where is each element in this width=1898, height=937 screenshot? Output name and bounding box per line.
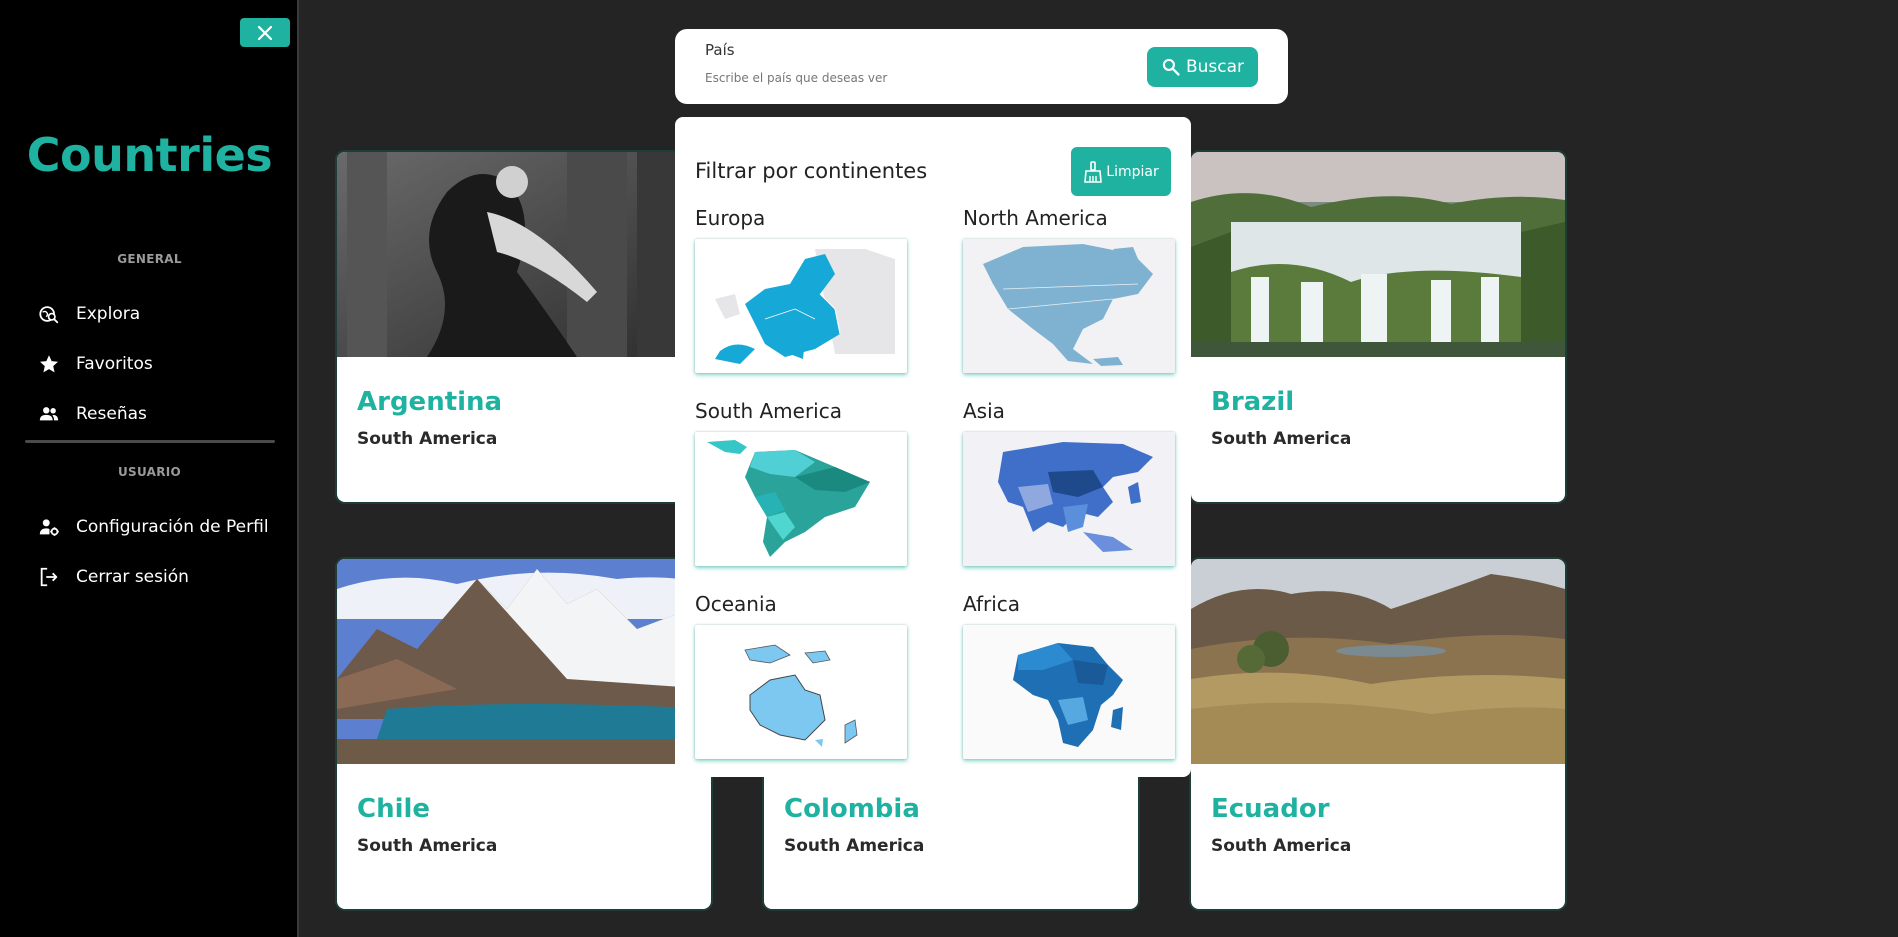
search-button[interactable]: Buscar <box>1147 47 1258 87</box>
card-title: Argentina <box>357 387 503 417</box>
sidebar-item-label: Cerrar sesión <box>76 567 189 587</box>
continent-option-south-america[interactable] <box>695 432 907 566</box>
card-title: Chile <box>357 794 431 824</box>
continent-label-africa: Africa <box>963 592 1021 616</box>
country-card-brazil[interactable]: Brazil South America <box>1191 152 1565 502</box>
clear-filter-button[interactable]: Limpiar <box>1071 147 1171 196</box>
africa-map-image <box>963 625 1175 759</box>
country-card-argentina[interactable]: Argentina South America <box>337 152 711 502</box>
sidebar-divider <box>25 440 275 443</box>
continent-option-oceania[interactable] <box>695 625 907 759</box>
card-continent: South America <box>1211 429 1352 449</box>
continent-label-europa: Europa <box>695 206 766 230</box>
search-label: País <box>705 41 735 59</box>
broom-icon <box>1084 160 1103 183</box>
south-america-map-image <box>701 438 901 560</box>
card-image-chile <box>337 559 711 764</box>
europe-map-image <box>701 245 901 367</box>
section-label-usuario: USUARIO <box>117 465 182 479</box>
continent-option-north-america[interactable] <box>963 239 1175 373</box>
sidebar-item-favoritos[interactable]: Favoritos <box>38 349 153 379</box>
brand-title: Countries <box>26 128 273 182</box>
close-sidebar-button[interactable] <box>240 18 290 47</box>
card-continent: South America <box>357 429 498 449</box>
explore-icon <box>39 306 59 324</box>
continent-option-asia[interactable] <box>963 432 1175 566</box>
filter-title: Filtrar por continentes <box>695 159 928 183</box>
continent-option-europa[interactable] <box>695 239 907 373</box>
user-settings-icon <box>39 519 59 536</box>
card-continent: South America <box>1211 836 1352 856</box>
sidebar: Countries GENERAL Explora Favoritos Rese… <box>0 0 299 937</box>
asia-map-image <box>963 432 1175 566</box>
continent-option-africa[interactable] <box>963 625 1175 759</box>
sidebar-item-label: Favoritos <box>76 354 153 374</box>
continent-filter-panel: Filtrar por continentes Limpiar Europa N… <box>675 117 1191 777</box>
sidebar-item-cerrar-sesion[interactable]: Cerrar sesión <box>38 562 189 592</box>
card-title: Brazil <box>1211 387 1295 417</box>
country-card-chile[interactable]: Chile South America <box>337 559 711 909</box>
country-card-ecuador[interactable]: Ecuador South America <box>1191 559 1565 909</box>
star-icon <box>40 355 58 373</box>
sidebar-item-label: Explora <box>76 304 141 324</box>
card-image-argentina <box>337 152 711 357</box>
continent-label-oceania: Oceania <box>695 592 777 616</box>
north-america-map-image <box>963 239 1175 373</box>
people-icon <box>39 407 59 421</box>
card-image-brazil <box>1191 152 1565 357</box>
close-icon <box>257 25 273 40</box>
continent-label-asia: Asia <box>963 399 1005 423</box>
continent-label-south-america: South America <box>695 399 842 423</box>
card-continent: South America <box>784 836 925 856</box>
sidebar-item-configuracion[interactable]: Configuración de Perfil <box>38 512 269 542</box>
card-continent: South America <box>357 836 498 856</box>
search-icon <box>1162 58 1180 76</box>
card-title: Colombia <box>784 794 920 824</box>
card-image-ecuador <box>1191 559 1565 764</box>
sidebar-item-label: Reseñas <box>76 404 147 424</box>
continent-label-north-america: North America <box>963 206 1108 230</box>
card-title: Ecuador <box>1211 794 1330 824</box>
search-button-label: Buscar <box>1185 57 1245 77</box>
section-label-general: GENERAL <box>117 252 182 266</box>
search-input[interactable] <box>705 65 1105 91</box>
sidebar-item-resenas[interactable]: Reseñas <box>38 399 147 429</box>
search-box: País Buscar <box>675 29 1288 104</box>
oceania-map-image <box>701 631 901 753</box>
clear-button-label: Limpiar <box>1106 163 1159 180</box>
sidebar-item-explora[interactable]: Explora <box>38 299 140 329</box>
sidebar-item-label: Configuración de Perfil <box>76 517 269 537</box>
logout-icon <box>40 567 58 587</box>
